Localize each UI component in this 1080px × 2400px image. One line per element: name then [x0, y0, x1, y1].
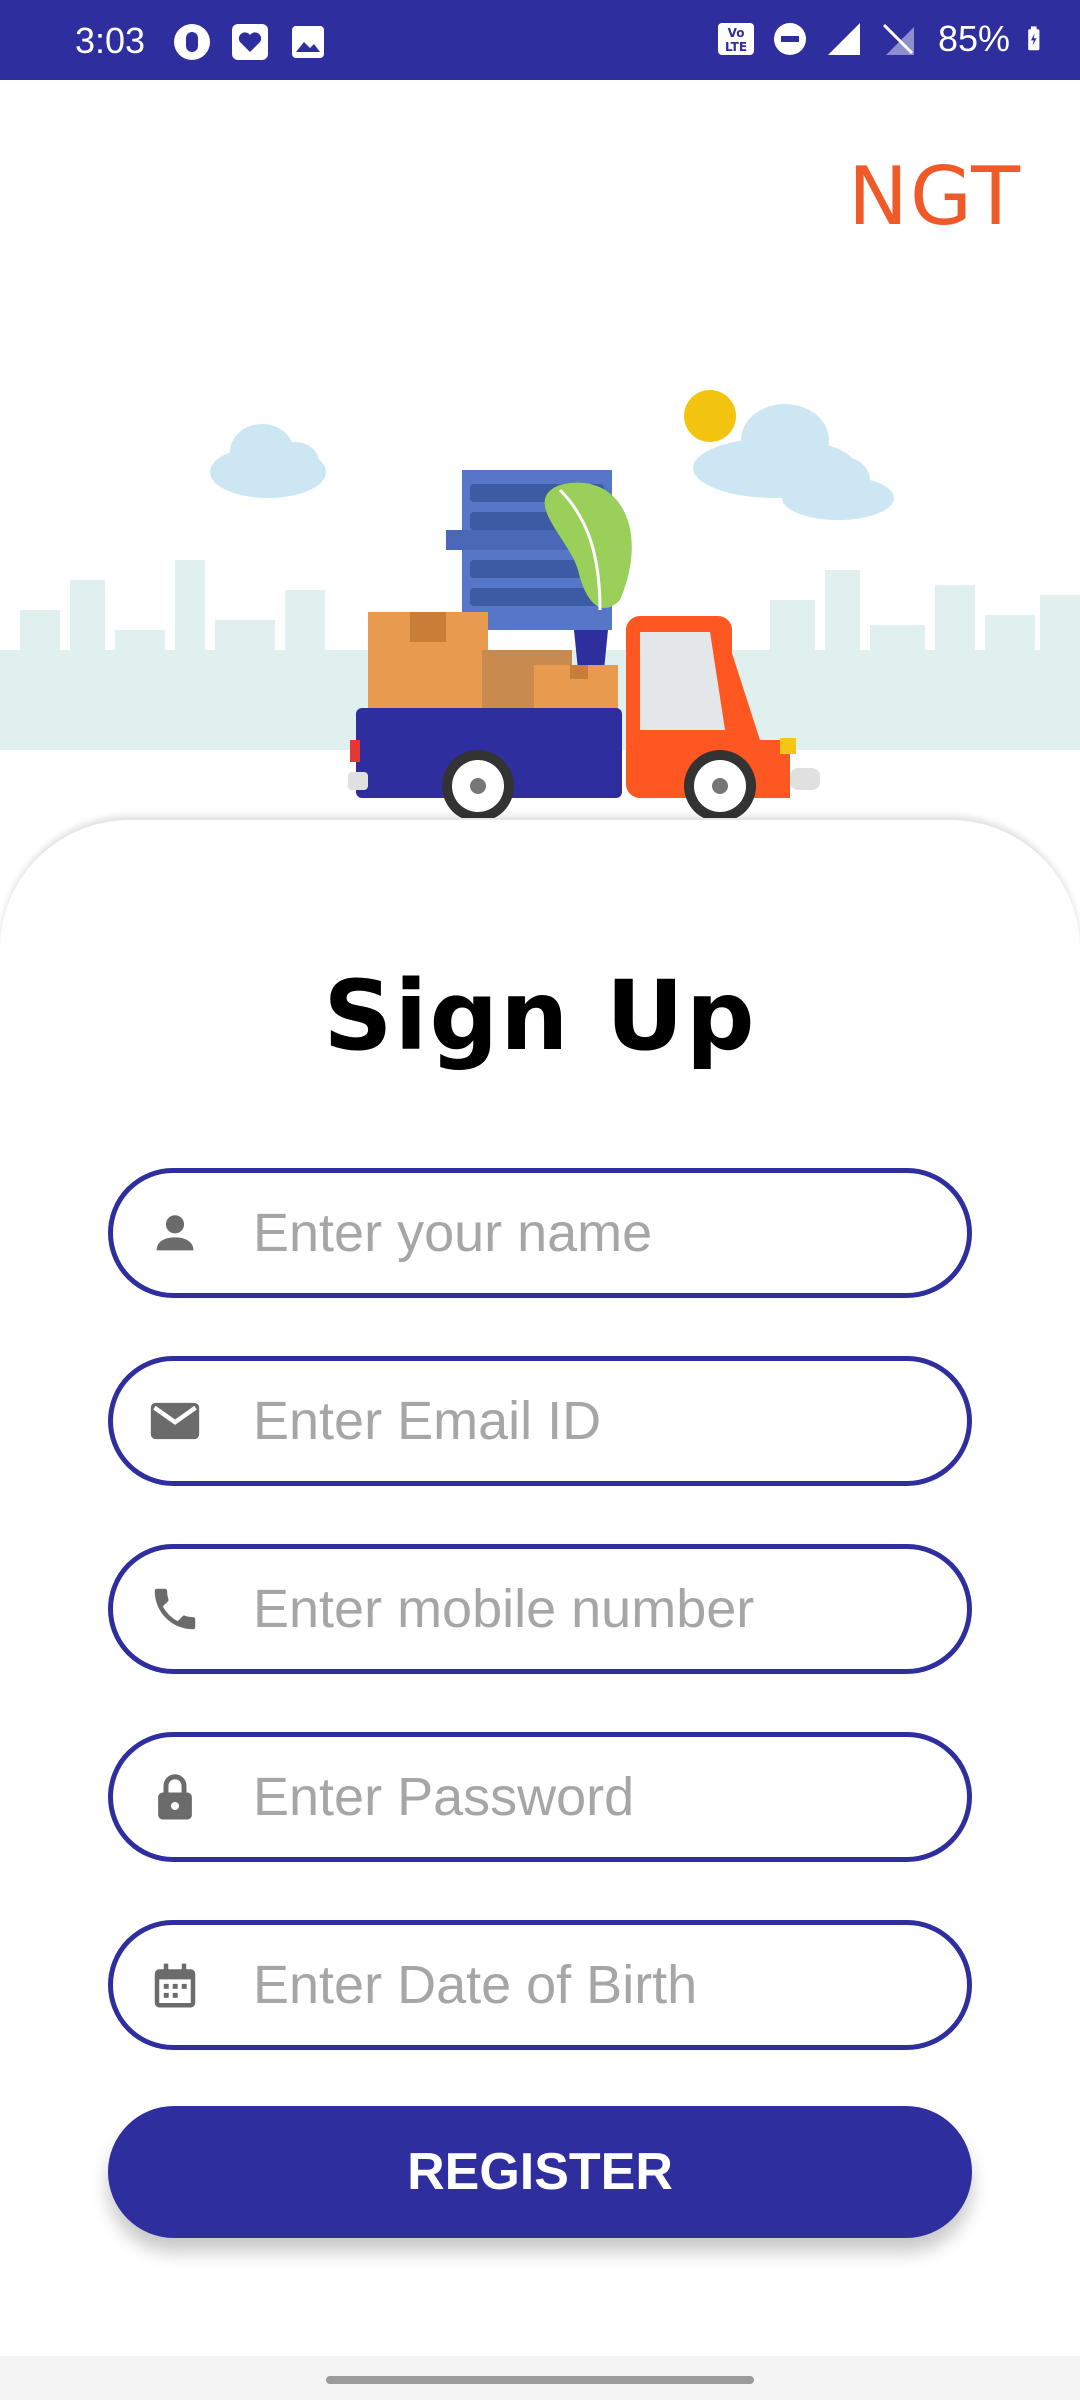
- status-time: 3:03: [75, 20, 146, 61]
- notification-icons: [172, 22, 328, 62]
- mail-icon: [145, 1391, 205, 1451]
- email-input[interactable]: [253, 1361, 937, 1481]
- name-input[interactable]: [253, 1173, 937, 1293]
- dob-field[interactable]: [108, 1920, 972, 2050]
- navigation-bar: [0, 2356, 1080, 2400]
- cloud-left: [210, 424, 326, 498]
- lock-icon: [145, 1767, 205, 1827]
- dob-input[interactable]: [253, 1925, 937, 2045]
- signal-icon: [827, 23, 860, 55]
- svg-text:Vo: Vo: [728, 26, 745, 40]
- battery-charging-icon: [1028, 26, 1040, 51]
- page-title: Sign Up: [323, 960, 757, 1072]
- do-not-disturb-icon: [773, 23, 806, 55]
- mobile-input[interactable]: [253, 1549, 937, 1669]
- image-notification-icon: [292, 26, 324, 58]
- svg-text:LTE: LTE: [725, 40, 747, 54]
- password-field[interactable]: [108, 1732, 972, 1862]
- email-field[interactable]: [108, 1356, 972, 1486]
- phone-icon: [145, 1579, 205, 1639]
- register-button[interactable]: REGISTER: [108, 2106, 972, 2238]
- name-field[interactable]: [108, 1168, 972, 1298]
- volte-icon: Vo LTE: [717, 23, 754, 55]
- password-input[interactable]: [253, 1737, 937, 1857]
- no-sim-icon: [882, 23, 914, 55]
- brand-logo: NGT: [848, 150, 1022, 243]
- delivery-truck-illustration: [0, 390, 1080, 822]
- person-icon: [145, 1203, 205, 1263]
- battery-percent: 85%: [937, 18, 1010, 59]
- calendar-icon: [145, 1955, 205, 2015]
- status-bar: 3:03 Vo LTE 85%: [0, 0, 1080, 80]
- gesture-handle[interactable]: [326, 2376, 754, 2384]
- sun: [684, 390, 736, 442]
- mobile-field[interactable]: [108, 1544, 972, 1674]
- system-icons: Vo LTE 85%: [716, 18, 1052, 60]
- app-notification-icon: [174, 24, 210, 60]
- heart-notification-icon: [232, 24, 268, 60]
